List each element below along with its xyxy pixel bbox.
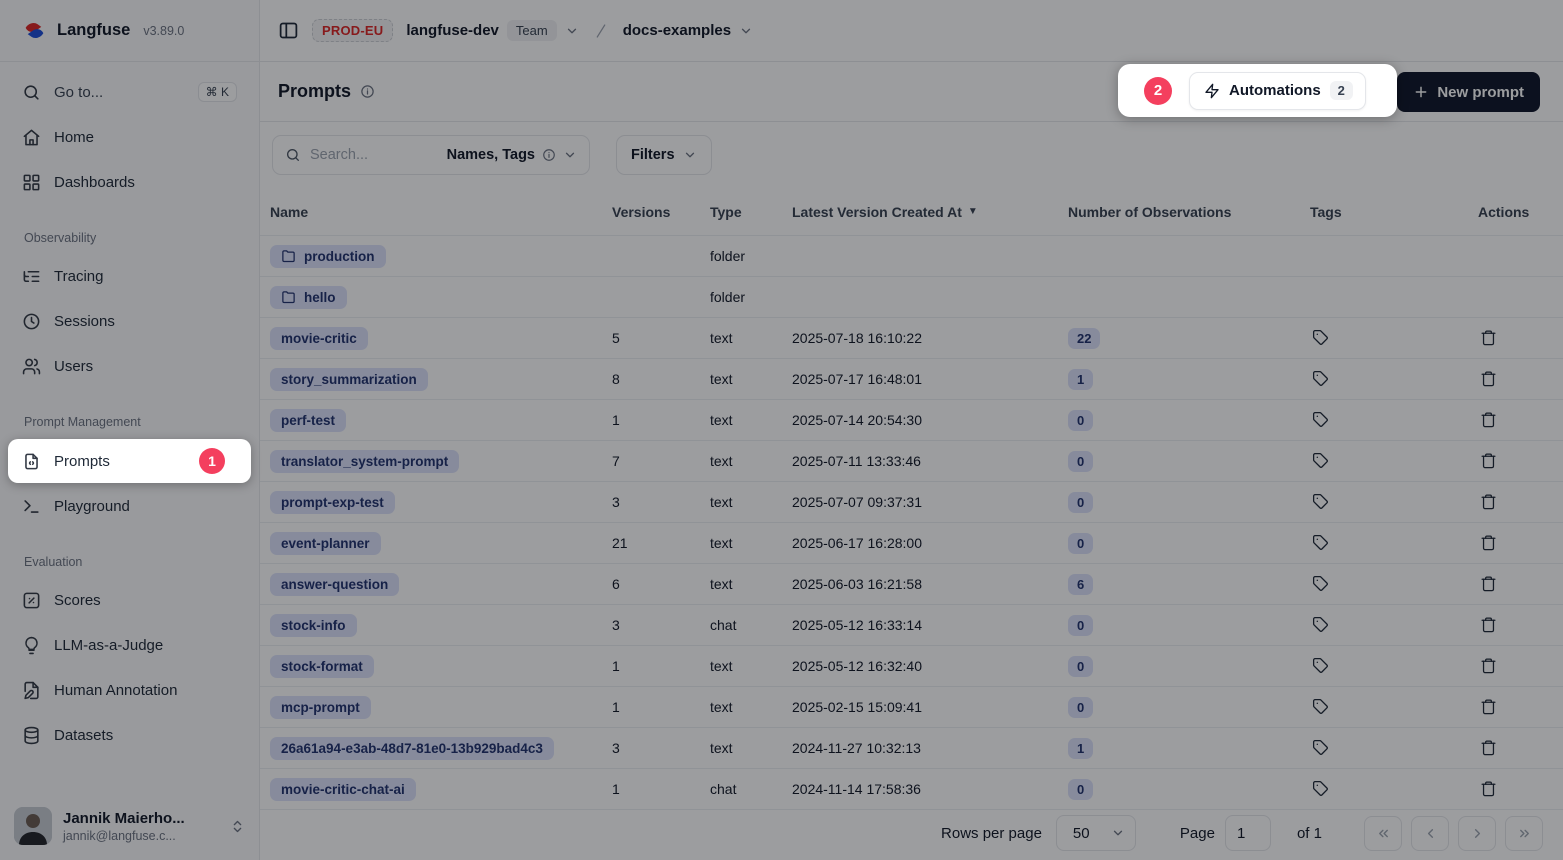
sidebar-item-label: Prompts bbox=[54, 453, 110, 470]
zap-icon bbox=[1204, 83, 1220, 99]
callout-step-2: 2 bbox=[1144, 77, 1172, 105]
callout-step-1: 1 bbox=[199, 448, 225, 474]
automations-spotlight: 2 Automations 2 bbox=[1118, 64, 1397, 117]
automations-label: Automations bbox=[1229, 82, 1321, 99]
file-code-icon bbox=[22, 452, 41, 471]
dim-overlay bbox=[0, 0, 1563, 860]
automations-button[interactable]: Automations 2 bbox=[1189, 72, 1366, 110]
sidebar-item-prompts[interactable]: Prompts 1 bbox=[8, 439, 251, 483]
automations-count-badge: 2 bbox=[1330, 81, 1353, 100]
